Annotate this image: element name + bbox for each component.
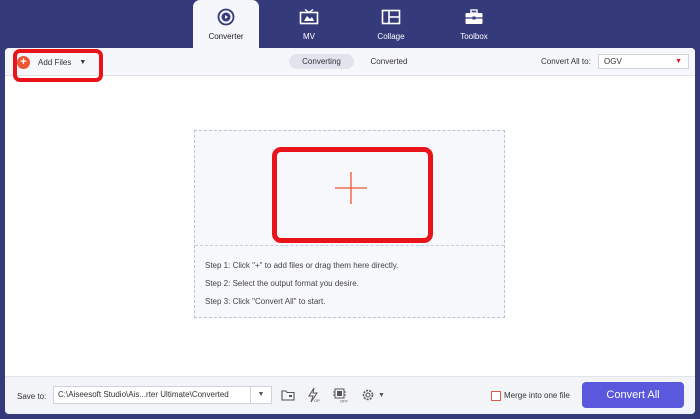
tab-toolbox[interactable]: Toolbox [441, 0, 507, 48]
highlight-box [13, 49, 103, 82]
converter-panel: + Add Files ▼ Converting Converted Conve… [5, 48, 695, 414]
top-navigation: Converter MV Collage Toolbox [0, 0, 700, 48]
save-path-value: C:\Aiseesoft Studio\Ais...rter Ultimate\… [58, 390, 229, 399]
instruction-step-2: Step 2: Select the output format you des… [205, 279, 359, 288]
folder-icon [281, 390, 295, 401]
tab-converter[interactable]: Converter [193, 0, 259, 48]
collage-icon [381, 8, 401, 26]
caret-down-icon: ▼ [378, 391, 385, 399]
tab-mv[interactable]: MV [276, 0, 342, 48]
save-to-label: Save to: [17, 392, 47, 401]
tab-collage[interactable]: Collage [358, 0, 424, 48]
bottom-bar: Save to: C:\Aiseesoft Studio\Ais...rter … [5, 376, 695, 414]
tab-label: Converter [208, 32, 244, 41]
tab-label: Toolbox [460, 32, 488, 41]
format-value: OGV [604, 57, 622, 66]
instruction-step-3: Step 3: Click "Convert All" to start. [205, 297, 326, 306]
svg-text:OFF: OFF [340, 399, 348, 404]
converting-tab[interactable]: Converting [289, 54, 354, 69]
settings-button[interactable]: ▼ [356, 387, 390, 403]
toolbox-icon [464, 8, 484, 26]
merge-label: Merge into one file [504, 391, 570, 400]
tab-label: MV [303, 32, 315, 41]
converted-tab[interactable]: Converted [360, 54, 418, 69]
chip-off-icon: OFF [333, 388, 348, 404]
gear-icon [362, 389, 374, 401]
lightning-off-icon: OFF [308, 387, 320, 403]
drop-area[interactable] [195, 131, 504, 246]
merge-checkbox[interactable] [491, 391, 501, 401]
converter-icon [217, 8, 235, 26]
svg-text:OFF: OFF [314, 398, 320, 403]
file-drop-zone[interactable]: Step 1: Click "+" to add files or drag t… [194, 130, 505, 318]
instruction-step-1: Step 1: Click "+" to add files or drag t… [205, 261, 399, 270]
gpu-acceleration-button[interactable]: OFF [331, 387, 349, 403]
output-format-select[interactable]: OGV ▼ [598, 54, 689, 69]
convert-all-to-label: Convert All to: [541, 57, 591, 66]
save-path-select[interactable]: C:\Aiseesoft Studio\Ais...rter Ultimate\… [53, 386, 272, 404]
tv-icon [299, 8, 319, 26]
open-folder-button[interactable] [279, 387, 297, 403]
converter-toolbar: + Add Files ▼ Converting Converted Conve… [5, 48, 695, 76]
dropdown-arrow-icon: ▼ [675, 58, 682, 65]
highlight-box [272, 147, 433, 243]
convert-all-button[interactable]: Convert All [582, 382, 684, 408]
dropdown-arrow-icon[interactable]: ▼ [250, 387, 271, 403]
hardware-acceleration-button[interactable]: OFF [304, 387, 322, 403]
tab-label: Collage [377, 32, 405, 41]
